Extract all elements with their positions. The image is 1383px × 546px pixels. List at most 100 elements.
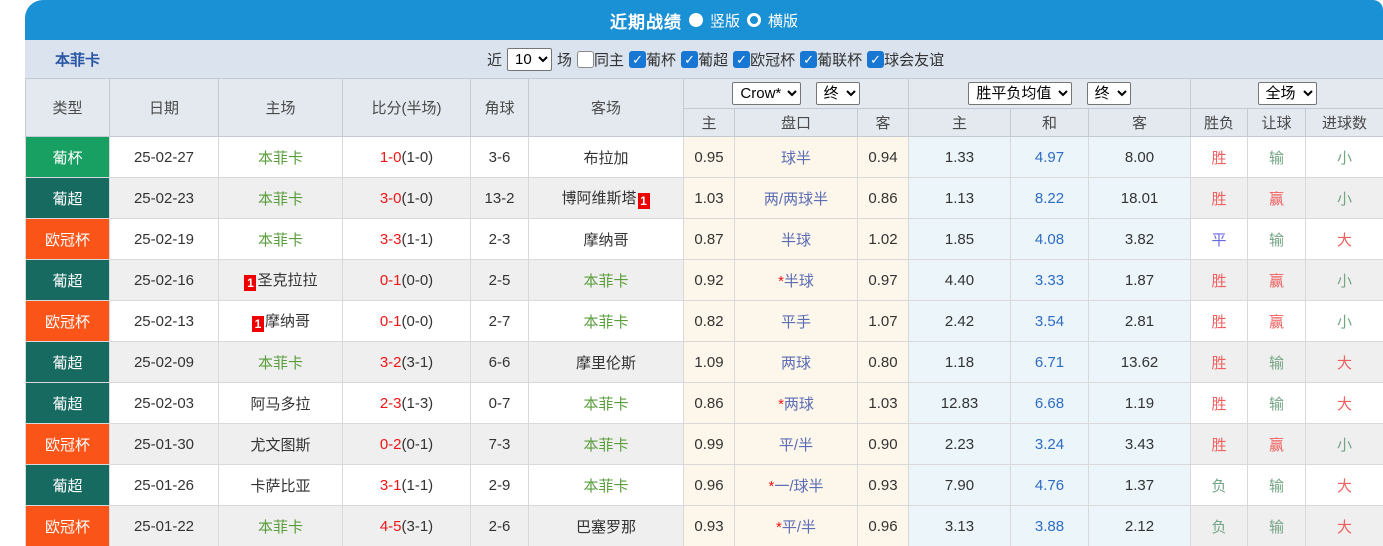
scope-select[interactable]: 全场 [1258, 82, 1317, 105]
competition-checkbox-ou-guan[interactable] [733, 51, 750, 68]
avg-draw-cell: 8.22 [1011, 178, 1089, 219]
avg-away-cell: 3.82 [1089, 219, 1191, 260]
competition-label[interactable]: 葡联杯 [817, 49, 862, 70]
competition-label[interactable]: 欧冠杯 [750, 49, 795, 70]
same-home-label[interactable]: 同主 [594, 49, 624, 70]
corners-cell: 2-7 [471, 301, 529, 342]
col-header-handicap: 盘口 [735, 109, 858, 137]
odds-company-select[interactable]: Crow* [732, 82, 801, 105]
away-odds-cell: 1.07 [858, 301, 909, 342]
avg-away-value: 13.62 [1121, 354, 1159, 371]
corners-value: 3-6 [489, 149, 511, 166]
competition-checkbox-pu-chao[interactable] [681, 51, 698, 68]
match-date: 25-02-27 [134, 149, 194, 166]
avg-draw-cell: 6.68 [1011, 383, 1089, 424]
competition-badge: 欧冠杯 [45, 232, 90, 249]
col-header-avg-away: 客 [1089, 109, 1191, 137]
avg-draw-cell: 4.08 [1011, 219, 1089, 260]
corners-cell: 2-9 [471, 465, 529, 506]
same-home-checkbox[interactable] [577, 51, 594, 68]
vertical-layout-label[interactable]: 竖版 [710, 10, 740, 31]
result-cell: 胜 [1191, 137, 1248, 178]
handicap-value: 一/球半 [774, 478, 823, 495]
away-odds-value: 0.80 [868, 354, 897, 371]
col-header-goals: 进球数 [1306, 109, 1383, 137]
red-card-badge: 1 [252, 316, 264, 332]
score-cell: 4-5(3-1) [343, 506, 471, 546]
handicap-result-value: 输 [1269, 396, 1284, 413]
table-row: 葡杯25-02-27本菲卡1-0(1-0)3-6布拉加0.95球半0.941.3… [26, 137, 1383, 178]
avg-away-value: 1.19 [1125, 395, 1154, 412]
home-odds-value: 0.99 [694, 436, 723, 453]
col-header-avg-home: 主 [909, 109, 1011, 137]
competition-checkbox-pu-lian[interactable] [800, 51, 817, 68]
competition-cell: 葡超 [26, 178, 110, 219]
halftime-score: (1-1) [402, 231, 434, 248]
away-odds-value: 0.90 [868, 436, 897, 453]
col-header-home: 主场 [219, 79, 343, 137]
handicap-result-cell: 输 [1248, 137, 1306, 178]
goals-cell: 大 [1306, 465, 1383, 506]
avg-away-value: 2.12 [1125, 518, 1154, 535]
vertical-layout-radio[interactable] [689, 13, 703, 27]
horizontal-layout-radio[interactable] [747, 13, 761, 27]
avg-home-cell: 12.83 [909, 383, 1011, 424]
score-cell: 0-1(0-0) [343, 260, 471, 301]
away-odds-value: 0.96 [868, 518, 897, 535]
panel-title: 近期战绩 [610, 8, 682, 33]
filter-bar: 本菲卡 近 10 场 同主 葡杯 葡超 欧冠杯 葡联杯 [25, 40, 1383, 78]
result-value: 胜 [1212, 355, 1227, 372]
handicap-result-cell: 输 [1248, 465, 1306, 506]
competition-cell: 欧冠杯 [26, 301, 110, 342]
recent-count-select[interactable]: 10 [507, 48, 552, 71]
avg-draw-value: 3.88 [1035, 518, 1064, 535]
competition-cell: 欧冠杯 [26, 219, 110, 260]
home-odds-cell: 1.09 [684, 342, 735, 383]
competition-label[interactable]: 葡超 [698, 49, 728, 70]
goals-value: 大 [1337, 232, 1352, 249]
result-value: 胜 [1212, 150, 1227, 167]
match-date-cell: 25-02-13 [110, 301, 219, 342]
competition-badge: 葡超 [52, 355, 82, 372]
corners-cell: 3-6 [471, 137, 529, 178]
fulltime-score: 3-2 [380, 354, 402, 371]
fulltime-score: 3-1 [380, 477, 402, 494]
avg-away-value: 2.81 [1125, 313, 1154, 330]
handicap-result-cell: 输 [1248, 383, 1306, 424]
avg-time-select[interactable]: 终 [1087, 82, 1131, 105]
avg-away-cell: 8.00 [1089, 137, 1191, 178]
halftime-score: (1-1) [402, 477, 434, 494]
table-row: 葡超25-02-23本菲卡3-0(1-0)13-2博阿维斯塔11.03两/两球半… [26, 178, 1383, 219]
avg-home-value: 3.13 [945, 518, 974, 535]
away-team-cell: 本菲卡 [529, 301, 684, 342]
competition-checkbox-friendly[interactable] [867, 51, 884, 68]
competition-checkbox-pu-bei[interactable] [629, 51, 646, 68]
home-team-cell: 尤文图斯 [219, 424, 343, 465]
handicap-result-cell: 输 [1248, 219, 1306, 260]
corners-value: 0-7 [489, 395, 511, 412]
competition-cell: 葡超 [26, 383, 110, 424]
competition-label[interactable]: 葡杯 [646, 49, 676, 70]
avg-home-value: 12.83 [941, 395, 979, 412]
home-team-cell: 1摩纳哥 [219, 301, 343, 342]
avg-type-select[interactable]: 胜平负均值 [968, 82, 1072, 105]
away-team-name: 本菲卡 [583, 478, 628, 495]
horizontal-layout-label[interactable]: 横版 [768, 10, 798, 31]
competition-label[interactable]: 球会友谊 [884, 49, 944, 70]
score-cell: 3-3(1-1) [343, 219, 471, 260]
fulltime-score: 1-0 [380, 149, 402, 166]
avg-draw-value: 4.76 [1035, 477, 1064, 494]
competition-badge: 欧冠杯 [45, 519, 90, 536]
odds-time-select[interactable]: 终 [816, 82, 860, 105]
handicap-value: 两球 [781, 355, 811, 372]
results-table-wrap: 类型 日期 主场 比分(半场) 角球 客场 Crow* 终 胜平负均值 终 [25, 78, 1383, 546]
odds-group-header: Crow* 终 [684, 79, 909, 109]
home-team-cell: 阿马多拉 [219, 383, 343, 424]
handicap-cell: 平/半 [735, 424, 858, 465]
handicap-cell: 两/两球半 [735, 178, 858, 219]
handicap-result-value: 输 [1269, 519, 1284, 536]
team-name: 本菲卡 [55, 49, 100, 70]
match-date-cell: 25-01-30 [110, 424, 219, 465]
fulltime-score: 0-2 [380, 436, 402, 453]
results-table: 类型 日期 主场 比分(半场) 角球 客场 Crow* 终 胜平负均值 终 [25, 78, 1383, 546]
